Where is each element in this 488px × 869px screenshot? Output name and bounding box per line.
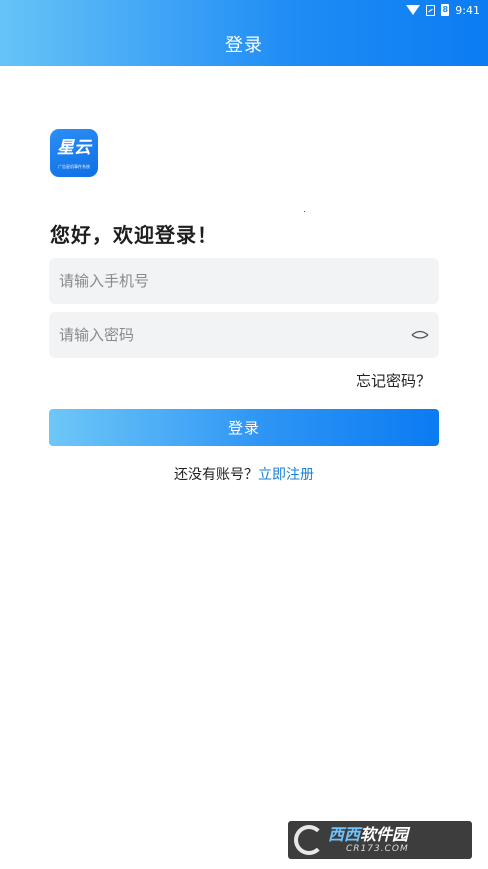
watermark-brand: 西西软件园 — [328, 826, 409, 844]
status-time: 9:41 — [455, 3, 480, 17]
logo-text: 星云 — [57, 138, 91, 158]
login-button[interactable]: 登录 — [49, 409, 439, 446]
register-prompt: 还没有账号？ — [174, 467, 258, 483]
greeting-heading: 您好，欢迎登录！ — [50, 223, 218, 247]
phone-field-container[interactable] — [49, 258, 439, 304]
app-header: 8 9:41 登录 — [0, 0, 488, 66]
wifi-icon — [406, 5, 421, 15]
watermark-brand-part1: 西西 — [328, 825, 361, 844]
forgot-password-link[interactable]: 忘记密码？ — [356, 370, 431, 391]
phone-input[interactable] — [59, 272, 429, 290]
sim-icon — [426, 4, 436, 16]
decorative-dot — [304, 211, 305, 212]
logo-subtext: 广告星机事件系统 — [58, 164, 90, 169]
register-row: 还没有账号？立即注册 — [0, 464, 488, 484]
battery-icon: 8 — [441, 4, 450, 16]
watermark-domain: CR173.COM — [346, 844, 409, 854]
app-logo: 星云 广告星机事件系统 — [50, 129, 98, 177]
eye-closed-icon[interactable] — [411, 326, 429, 344]
watermark: 西西软件园 CR173.COM — [288, 821, 472, 859]
password-field-container[interactable] — [49, 312, 439, 358]
page-title: 登录 — [225, 35, 263, 56]
watermark-text: 西西软件园 CR173.COM — [328, 826, 409, 855]
status-bar: 8 9:41 — [406, 0, 480, 20]
password-input[interactable] — [59, 326, 411, 344]
register-link[interactable]: 立即注册 — [258, 467, 314, 483]
watermark-brand-part2: 软件园 — [360, 825, 409, 844]
watermark-logo-icon — [294, 825, 324, 855]
